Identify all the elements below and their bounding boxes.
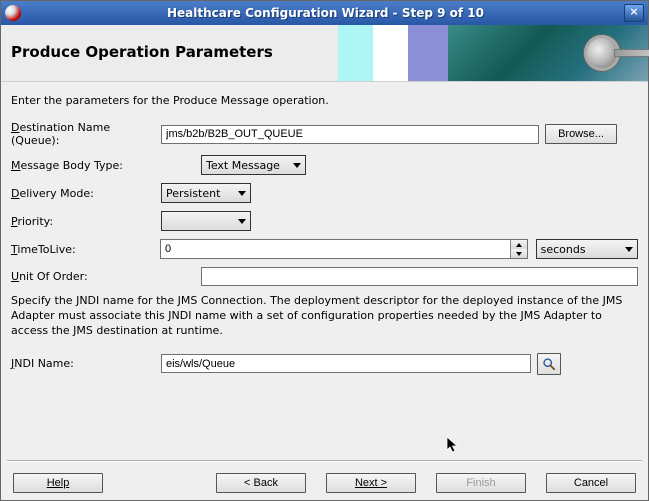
help-button[interactable]: Help [13, 473, 103, 493]
next-button[interactable]: Next > [326, 473, 416, 493]
jndi-search-button[interactable] [537, 353, 561, 375]
banner: Produce Operation Parameters [1, 25, 648, 82]
row-priority: Priority: [11, 211, 638, 231]
label-ttl: TimeToLive: [11, 243, 160, 256]
jndi-input[interactable] [161, 354, 531, 373]
button-bar: Help < Back Next > Finish Cancel [1, 466, 648, 500]
titlebar: Healthcare Configuration Wizard - Step 9… [1, 1, 648, 25]
label-msgbody: Message Body Type: [11, 159, 161, 172]
msgbody-value: Text Message [206, 159, 280, 172]
banner-art [338, 25, 648, 81]
back-button[interactable]: < Back [216, 473, 306, 493]
delivery-combo[interactable]: Persistent [161, 183, 251, 203]
row-unitoforder: Unit Of Order: [11, 267, 638, 286]
page-title: Produce Operation Parameters [11, 43, 273, 61]
content-area: Enter the parameters for the Produce Mes… [1, 82, 648, 389]
msgbody-combo[interactable]: Text Message [201, 155, 306, 175]
ttl-spin-down-icon[interactable] [511, 249, 527, 258]
ttl-unit-combo[interactable]: seconds [536, 239, 638, 259]
destination-input[interactable] [161, 125, 539, 144]
row-delivery: Delivery Mode: Persistent [11, 183, 638, 203]
ttl-spinner[interactable] [160, 239, 528, 259]
close-icon[interactable]: × [624, 4, 644, 22]
unitoforder-input[interactable] [201, 267, 638, 286]
finish-button: Finish [436, 473, 526, 493]
label-delivery: Delivery Mode: [11, 187, 161, 200]
wizard-window: Healthcare Configuration Wizard - Step 9… [0, 0, 649, 501]
row-jndi: JNDI Name: [11, 353, 638, 375]
row-destination: Destination Name (Queue): Browse... [11, 121, 638, 147]
search-icon [542, 357, 556, 371]
app-icon [5, 5, 21, 21]
cancel-button[interactable]: Cancel [546, 473, 636, 493]
label-destination: Destination Name (Queue): [11, 121, 161, 147]
label-priority: Priority: [11, 215, 161, 228]
separator [7, 460, 642, 462]
window-title: Healthcare Configuration Wizard - Step 9… [27, 6, 624, 20]
priority-combo[interactable] [161, 211, 251, 231]
browse-button[interactable]: Browse... [545, 124, 617, 144]
delivery-value: Persistent [166, 187, 220, 200]
ttl-unit-value: seconds [541, 243, 586, 256]
label-jndi: JNDI Name: [11, 357, 161, 370]
ttl-input[interactable] [161, 240, 510, 258]
row-ttl: TimeToLive: seconds [11, 239, 638, 259]
gear-icon [584, 35, 620, 71]
intro-text: Enter the parameters for the Produce Mes… [11, 94, 638, 107]
row-msgbody: Message Body Type: Text Message [11, 155, 638, 175]
jndi-description: Specify the JNDI name for the JMS Connec… [11, 294, 638, 339]
mouse-pointer-icon [447, 437, 459, 455]
label-unitoforder: Unit Of Order: [11, 270, 161, 283]
ttl-spin-up-icon[interactable] [511, 240, 527, 249]
